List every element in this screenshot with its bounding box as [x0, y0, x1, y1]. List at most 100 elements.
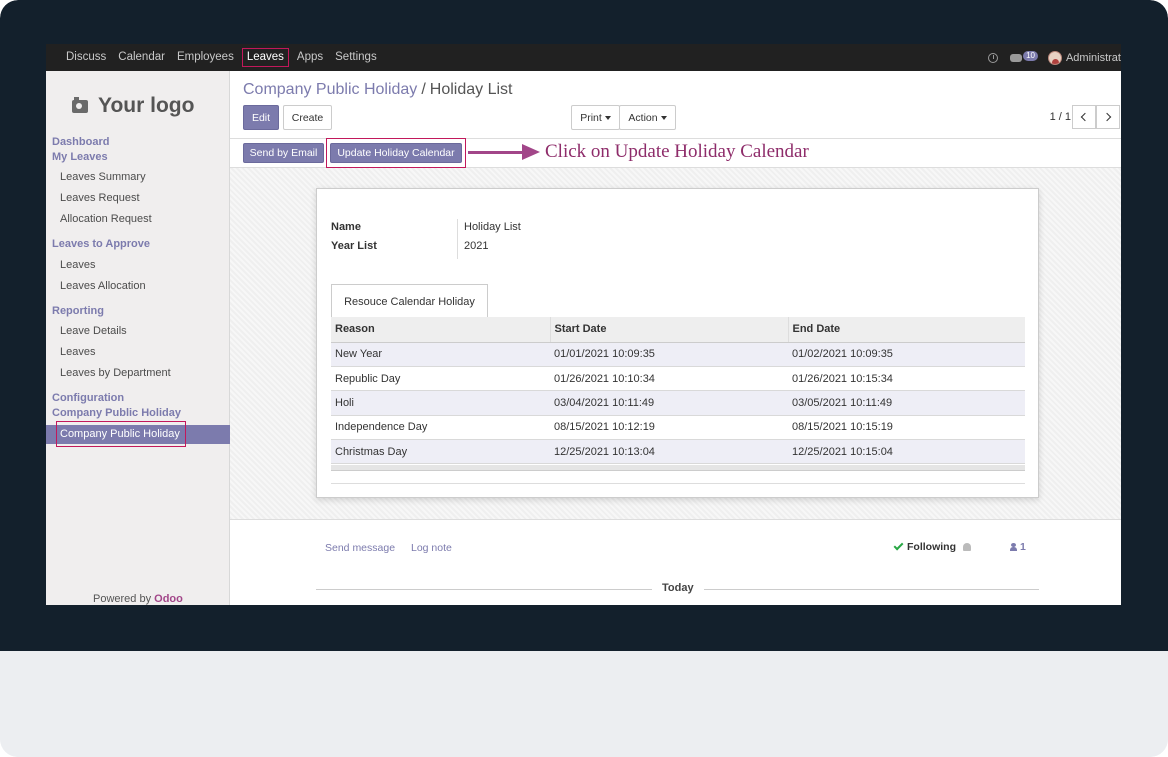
highlight-box [326, 138, 466, 168]
cell-end-date: 08/15/2021 10:15:19 [788, 415, 1025, 441]
table-row[interactable]: Republic Day 01/26/2021 10:10:34 01/26/2… [331, 366, 1025, 392]
app-screen: Discuss Calendar Employees Leaves Apps S… [46, 44, 1121, 605]
pager-previous-button[interactable] [1072, 105, 1096, 129]
name-value: Holiday List [464, 221, 521, 233]
send-by-email-button[interactable]: Send by Email [243, 143, 324, 163]
table-row[interactable]: New Year 01/01/2021 10:09:35 01/02/2021 … [331, 342, 1025, 367]
breadcrumb-current: Holiday List [429, 81, 513, 98]
sidebar-item-dashboard[interactable]: Dashboard [52, 136, 109, 148]
breadcrumb: Company Public Holiday / Holiday List [243, 81, 512, 99]
main-content: Company Public Holiday / Holiday List Edit… [230, 71, 1121, 605]
cell-end-date: 12/25/2021 10:15:04 [788, 439, 1025, 465]
send-message-link[interactable]: Send message [325, 542, 395, 554]
cell-start-date: 08/15/2021 10:12:19 [550, 415, 788, 441]
year-value: 2021 [464, 240, 489, 252]
monitor-frame: Discuss Calendar Employees Leaves Apps S… [0, 0, 1168, 757]
sidebar-item-leaves[interactable]: Leaves [60, 259, 95, 271]
sidebar-section-configuration: Configuration [52, 392, 125, 404]
chevron-left-icon [1080, 112, 1090, 122]
nav-settings[interactable]: Settings [329, 44, 383, 71]
chatter: Send message Log note Following 1 Today [230, 520, 1121, 605]
camera-icon [72, 96, 88, 113]
sidebar-item-allocation-request[interactable]: Allocation Request [60, 213, 152, 225]
user-icon[interactable] [1010, 543, 1017, 551]
caret-down-icon [604, 115, 611, 120]
following-label: Following [907, 541, 956, 553]
print-dropdown[interactable]: Print [571, 105, 620, 130]
print-label: Print [580, 111, 602, 124]
pager-next-button[interactable] [1096, 105, 1120, 129]
nav-discuss[interactable]: Discuss [60, 44, 112, 71]
chevron-right-icon [1102, 112, 1112, 122]
year-label: Year List [331, 240, 377, 252]
top-menu: Discuss Calendar Employees Leaves Apps S… [60, 44, 383, 71]
odoo-link[interactable]: Odoo [154, 593, 183, 605]
avatar[interactable] [1047, 50, 1062, 65]
edit-button[interactable]: Edit [243, 105, 279, 130]
column-header-end-date[interactable]: End Date [787, 317, 1025, 343]
nav-employees[interactable]: Employees [171, 44, 240, 71]
sidebar-section-company-holiday: Company Public Holiday [52, 407, 181, 419]
follower-count[interactable]: 1 [1020, 541, 1026, 553]
cell-end-date: 03/05/2021 10:11:49 [788, 390, 1025, 416]
message-count-badge: 10 [1023, 50, 1038, 61]
table-footer [331, 465, 1025, 471]
cell-end-date: 01/02/2021 10:09:35 [788, 342, 1025, 367]
field-divider [457, 219, 458, 259]
action-label: Action [628, 111, 658, 124]
cell-reason: Holi [331, 390, 550, 416]
sidebar-item-leaves-by-department[interactable]: Leaves by Department [60, 367, 171, 379]
powered-by-label: Powered by [93, 593, 152, 605]
cell-reason: Republic Day [331, 366, 550, 392]
nav-calendar[interactable]: Calendar [112, 44, 171, 71]
cell-reason: Christmas Day [331, 439, 550, 465]
sidebar-item-company-public-holiday[interactable]: Company Public Holiday [56, 421, 186, 447]
log-note-link[interactable]: Log note [411, 542, 452, 554]
top-right-tools: 10 Administrat [988, 44, 1121, 71]
cell-reason: New Year [331, 342, 550, 367]
form-sheet: Name Holiday List Year List 2021 Resouce… [316, 188, 1039, 498]
chat-icon[interactable] [1010, 53, 1023, 62]
cell-start-date: 01/01/2021 10:09:35 [550, 342, 788, 367]
table-header-row: Reason Start Date End Date [331, 317, 1025, 343]
nav-apps[interactable]: Apps [291, 44, 329, 71]
table-row[interactable]: Holi 03/04/2021 10:11:49 03/05/2021 10:1… [331, 390, 1025, 416]
annotation-text: Click on Update Holiday Calendar [545, 141, 809, 162]
table-row[interactable]: Christmas Day 12/25/2021 10:13:04 12/25/… [331, 439, 1025, 465]
column-header-reason[interactable]: Reason [331, 317, 550, 343]
company-logo: Your logo [72, 93, 222, 119]
logo-text: Your logo [98, 94, 195, 117]
user-menu[interactable]: Administrat [1066, 52, 1121, 64]
pager-value: 1 / 1 [1049, 111, 1071, 123]
create-button[interactable]: Create [283, 105, 332, 130]
sheet-divider [331, 483, 1025, 484]
sidebar-item-leave-details[interactable]: Leave Details [60, 325, 127, 337]
name-label: Name [331, 221, 361, 233]
cell-start-date: 03/04/2021 10:11:49 [550, 390, 788, 416]
annotation-arrow-shaft [468, 151, 528, 154]
annotation-arrow-icon [522, 144, 540, 160]
sidebar-section-reporting: Reporting [52, 305, 104, 317]
sidebar-item-leaves-allocation[interactable]: Leaves Allocation [60, 280, 146, 292]
bell-icon[interactable] [963, 543, 971, 551]
sidebar-section-to-approve: Leaves to Approve [52, 238, 151, 250]
sidebar-item-leaves-summary[interactable]: Leaves Summary [60, 171, 146, 183]
check-icon [893, 540, 904, 551]
nav-leaves[interactable]: Leaves [241, 48, 289, 67]
holiday-table: Reason Start Date End Date New Year 01/0… [331, 317, 1025, 465]
following-button[interactable]: Following [893, 540, 956, 553]
column-header-start-date[interactable]: Start Date [549, 317, 788, 343]
cell-end-date: 01/26/2021 10:15:34 [788, 366, 1025, 392]
today-label: Today [652, 582, 704, 594]
tab-resource-calendar-holiday[interactable]: Resouce Calendar Holiday [331, 284, 488, 318]
table-row[interactable]: Independence Day 08/15/2021 10:12:19 08/… [331, 415, 1025, 441]
sidebar-item-leaves-request[interactable]: Leaves Request [60, 192, 140, 204]
breadcrumb-parent[interactable]: Company Public Holiday [243, 81, 417, 98]
sidebar-item-reporting-leaves[interactable]: Leaves [60, 346, 95, 358]
caret-down-icon [660, 115, 667, 120]
powered-by: Powered by Odoo [93, 593, 183, 605]
cell-reason: Independence Day [331, 415, 550, 441]
clock-icon[interactable] [988, 52, 999, 63]
breadcrumb-separator: / [421, 81, 426, 98]
action-dropdown[interactable]: Action [619, 105, 676, 130]
